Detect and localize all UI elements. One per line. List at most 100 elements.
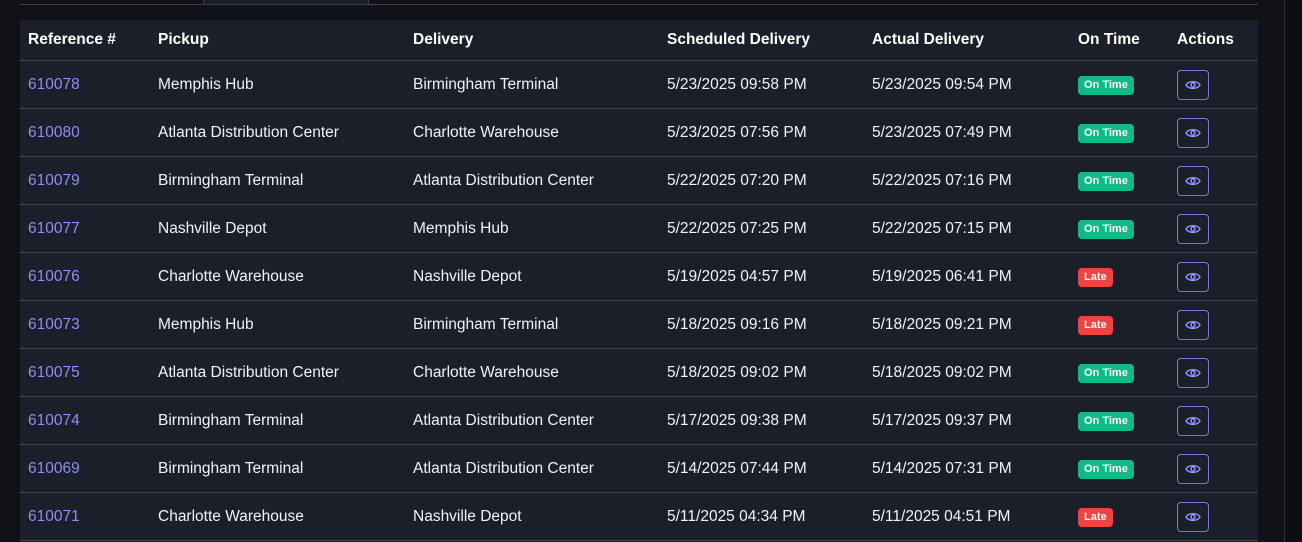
cell-scheduled-delivery: 5/22/2025 07:20 PM — [659, 156, 864, 205]
cell-actions — [1169, 60, 1258, 109]
view-button[interactable] — [1177, 309, 1209, 340]
header-row: Reference # Pickup Delivery Scheduled De… — [20, 20, 1258, 61]
deliveries-table-container: Reference # Pickup Delivery Scheduled De… — [20, 20, 1258, 542]
cell-delivery: Atlanta Distribution Center — [405, 156, 659, 205]
cell-scheduled-delivery: 5/22/2025 07:25 PM — [659, 204, 864, 253]
cell-actual-delivery: 5/22/2025 07:16 PM — [864, 156, 1070, 205]
cell-actions — [1169, 156, 1258, 205]
header-pickup[interactable]: Pickup — [150, 20, 405, 61]
cell-actual-delivery: 5/23/2025 07:49 PM — [864, 108, 1070, 157]
cell-on-time: On Time — [1070, 348, 1169, 397]
cell-actual-delivery: 5/14/2025 07:31 PM — [864, 444, 1070, 493]
table-row: 610076 Charlotte Warehouse Nashville Depot… — [20, 252, 1258, 301]
status-badge: Late — [1078, 507, 1113, 527]
table-header: Reference # Pickup Delivery Scheduled De… — [20, 20, 1258, 61]
cell-reference: 610069 — [20, 444, 150, 493]
header-actual-delivery[interactable]: Actual Delivery — [864, 20, 1070, 61]
eye-icon — [1185, 319, 1201, 331]
cell-reference: 610076 — [20, 252, 150, 301]
view-button[interactable] — [1177, 117, 1209, 148]
cell-delivery: Nashville Depot — [405, 252, 659, 301]
view-button[interactable] — [1177, 165, 1209, 196]
eye-icon — [1185, 223, 1201, 235]
reference-link[interactable]: 610076 — [28, 268, 80, 285]
cell-delivery: Memphis Hub — [405, 204, 659, 253]
view-button[interactable] — [1177, 501, 1209, 532]
cell-actual-delivery: 5/22/2025 07:15 PM — [864, 204, 1070, 253]
cell-pickup: Charlotte Warehouse — [150, 492, 405, 541]
eye-icon — [1185, 271, 1201, 283]
cell-delivery: Birmingham Terminal — [405, 300, 659, 349]
cell-actual-delivery: 5/17/2025 09:37 PM — [864, 396, 1070, 445]
reference-link[interactable]: 610079 — [28, 172, 80, 189]
cell-actual-delivery: 5/23/2025 09:54 PM — [864, 60, 1070, 109]
status-badge: On Time — [1078, 171, 1134, 191]
cell-reference: 610078 — [20, 60, 150, 109]
header-actions: Actions — [1169, 20, 1258, 61]
cell-pickup: Charlotte Warehouse — [150, 252, 405, 301]
view-button[interactable] — [1177, 69, 1209, 100]
cell-delivery: Charlotte Warehouse — [405, 348, 659, 397]
table-row: 610080 Atlanta Distribution Center Charlot… — [20, 108, 1258, 157]
eye-icon — [1185, 79, 1201, 91]
cell-on-time: Late — [1070, 300, 1169, 349]
reference-link[interactable]: 610075 — [28, 364, 80, 381]
reference-link[interactable]: 610077 — [28, 220, 80, 237]
reference-link[interactable]: 610078 — [28, 76, 80, 93]
cell-delivery: Charlotte Warehouse — [405, 108, 659, 157]
table-row: 610074 Birmingham Terminal Atlanta Distrib… — [20, 396, 1258, 445]
cell-delivery: Birmingham Terminal — [405, 60, 659, 109]
eye-icon — [1185, 511, 1201, 523]
view-button[interactable] — [1177, 453, 1209, 484]
cell-on-time: On Time — [1070, 444, 1169, 493]
cell-on-time: Late — [1070, 492, 1169, 541]
cell-reference: 610071 — [20, 492, 150, 541]
tab-strip — [20, 0, 1258, 5]
header-reference[interactable]: Reference # — [20, 20, 150, 61]
cell-scheduled-delivery: 5/23/2025 07:56 PM — [659, 108, 864, 157]
cell-scheduled-delivery: 5/11/2025 04:34 PM — [659, 492, 864, 541]
table-row: 610069 Birmingham Terminal Atlanta Distrib… — [20, 444, 1258, 493]
eye-icon — [1185, 463, 1201, 475]
cell-on-time: On Time — [1070, 60, 1169, 109]
status-badge: On Time — [1078, 363, 1134, 383]
table-row: 610073 Memphis Hub Birmingham Terminal 5/18… — [20, 300, 1258, 349]
reference-link[interactable]: 610080 — [28, 124, 80, 141]
active-tab[interactable] — [203, 0, 369, 4]
table-body: 610078 Memphis Hub Birmingham Terminal 5/23… — [20, 60, 1258, 541]
cell-actions — [1169, 252, 1258, 301]
cell-reference: 610073 — [20, 300, 150, 349]
view-button[interactable] — [1177, 261, 1209, 292]
cell-scheduled-delivery: 5/23/2025 09:58 PM — [659, 60, 864, 109]
cell-on-time: On Time — [1070, 156, 1169, 205]
view-button[interactable] — [1177, 357, 1209, 388]
cell-actions — [1169, 492, 1258, 541]
cell-pickup: Birmingham Terminal — [150, 156, 405, 205]
reference-link[interactable]: 610071 — [28, 508, 80, 525]
eye-icon — [1185, 175, 1201, 187]
header-delivery[interactable]: Delivery — [405, 20, 659, 61]
table-row: 610079 Birmingham Terminal Atlanta Distrib… — [20, 156, 1258, 205]
scrollbar[interactable] — [1284, 0, 1302, 542]
cell-actual-delivery: 5/18/2025 09:02 PM — [864, 348, 1070, 397]
table-row: 610078 Memphis Hub Birmingham Terminal 5/23… — [20, 60, 1258, 109]
cell-actual-delivery: 5/11/2025 04:51 PM — [864, 492, 1070, 541]
reference-link[interactable]: 610073 — [28, 316, 80, 333]
view-button[interactable] — [1177, 213, 1209, 244]
reference-link[interactable]: 610074 — [28, 412, 80, 429]
cell-scheduled-delivery: 5/18/2025 09:02 PM — [659, 348, 864, 397]
status-badge: On Time — [1078, 459, 1134, 479]
reference-link[interactable]: 610069 — [28, 460, 80, 477]
cell-actual-delivery: 5/18/2025 09:21 PM — [864, 300, 1070, 349]
cell-delivery: Atlanta Distribution Center — [405, 444, 659, 493]
cell-pickup: Atlanta Distribution Center — [150, 348, 405, 397]
cell-actions — [1169, 396, 1258, 445]
status-badge: Late — [1078, 315, 1113, 335]
header-scheduled-delivery[interactable]: Scheduled Delivery — [659, 20, 864, 61]
cell-on-time: Late — [1070, 252, 1169, 301]
cell-scheduled-delivery: 5/17/2025 09:38 PM — [659, 396, 864, 445]
cell-pickup: Nashville Depot — [150, 204, 405, 253]
view-button[interactable] — [1177, 405, 1209, 436]
header-on-time[interactable]: On Time — [1070, 20, 1169, 61]
cell-actions — [1169, 108, 1258, 157]
